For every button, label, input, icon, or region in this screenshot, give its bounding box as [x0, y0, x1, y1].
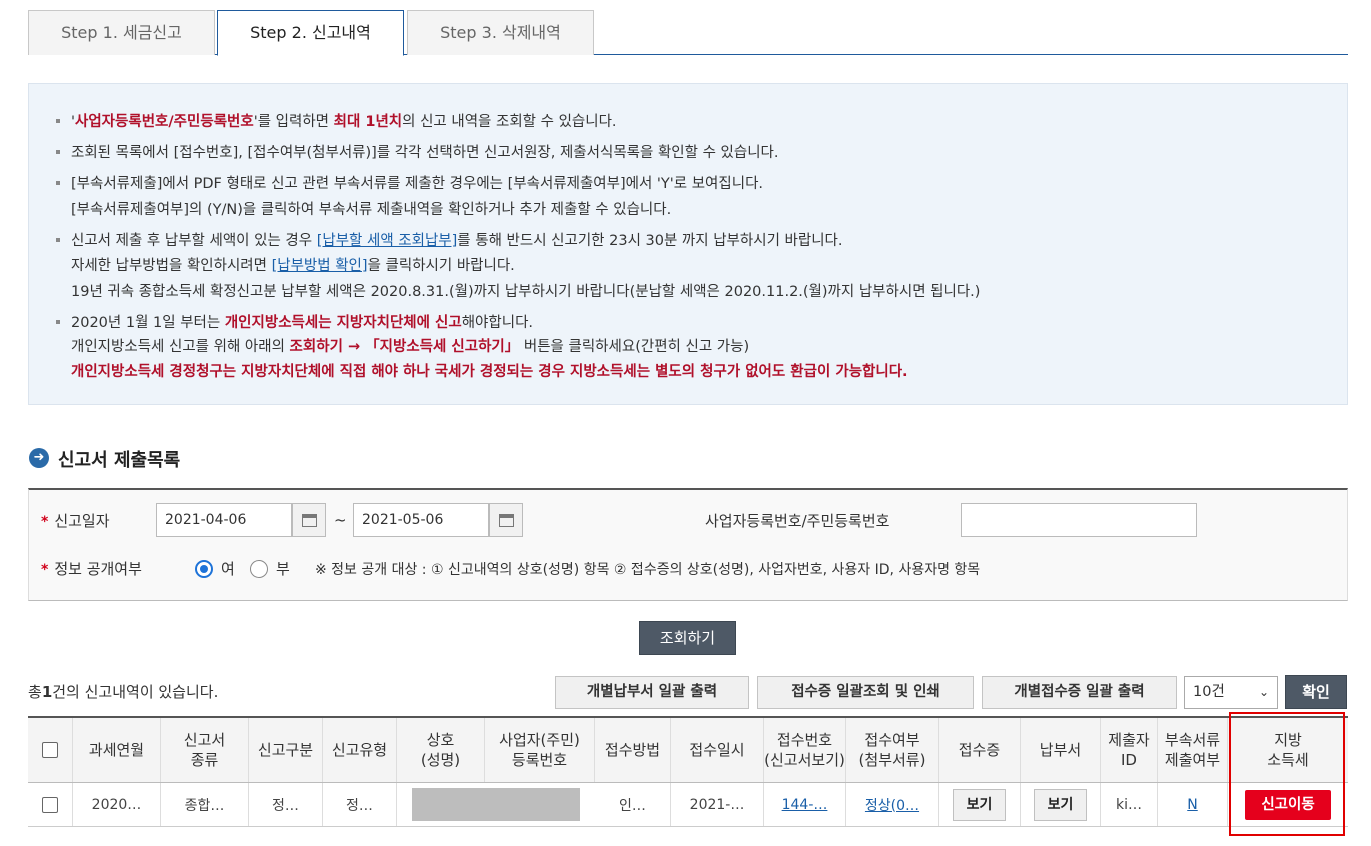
header-cell: 접수일시	[671, 718, 764, 782]
row-select-cell	[28, 783, 73, 826]
header-cell: 과세연월	[73, 718, 161, 782]
info-line-9: 개인지방소득세 신고를 위해 아래의 조회하기 → 「지방소득세 신고하기」 버…	[71, 339, 750, 355]
receipt-view-cell: 보기	[939, 783, 1021, 826]
calendar-to-button[interactable]	[489, 503, 523, 537]
tab-step2-report-history[interactable]: Step 2. 신고내역	[217, 10, 404, 56]
header-cell: 지방 소득세	[1267, 731, 1309, 769]
chevron-down-icon: ⌄	[1258, 685, 1269, 699]
arrow-right-circle-icon: ➜	[29, 448, 49, 468]
masked-personal-info	[412, 788, 580, 821]
header-cell: 제출자 ID	[1101, 718, 1158, 782]
receipt-number-link[interactable]: 144-…	[782, 797, 828, 813]
info-line-10: 개인지방소득세 경정청구는 지방자치단체에 직접 해야 하나 국세가 경정되는 …	[71, 364, 908, 380]
calendar-icon	[499, 514, 514, 527]
receipt-no-cell: 144-…	[764, 783, 846, 826]
masked-name-reg-cell	[397, 783, 595, 826]
period-cell: 2020…	[73, 783, 161, 826]
public-no-label[interactable]: 부	[276, 558, 290, 579]
form-type-cell: 종합…	[161, 783, 249, 826]
submitter-id-cell: ki…	[1101, 783, 1158, 826]
step-tabs: Step 1. 세금신고 Step 2. 신고내역 Step 3. 삭제내역	[28, 10, 1348, 56]
datetime-cell: 2021-…	[671, 783, 764, 826]
search-form: * 신고일자 2021-04-06 ~ 2021-05-06 사업자등록번호/주민…	[28, 488, 1348, 601]
info-notice-box: '사업자등록번호/주민등록번호'를 입력하면 최대 1년치의 신고 내역을 조회…	[28, 83, 1348, 405]
header-cell: 납부서	[1021, 718, 1101, 782]
header-cell: 상호 (성명)	[397, 718, 485, 782]
info-line-7: 19년 귀속 종합소득세 확정신고분 납부할 세액은 2020.8.31.(월)…	[71, 284, 981, 300]
result-count: 총1건의 신고내역이 있습니다.	[28, 683, 219, 701]
section-title: 신고서 제출목록	[58, 450, 181, 471]
tax-payment-link[interactable]: [납부할 세액 조회납부]	[317, 233, 458, 249]
public-yes-label[interactable]: 여	[221, 558, 235, 579]
attachment-submit-link[interactable]: N	[1187, 797, 1197, 813]
select-all-checkbox[interactable]	[42, 742, 58, 758]
info-line-4: [부속서류제출여부]의 (Y/N)을 클릭하여 부속서류 제출내역을 확인하거나…	[71, 202, 672, 218]
local-tax-report-button[interactable]: 신고이동	[1245, 789, 1331, 820]
bullet-icon	[56, 150, 60, 154]
bullet-icon	[56, 238, 60, 242]
info-line-2: 조회된 목록에서 [접수번호], [접수여부(첨부서류)]를 각각 선택하면 신…	[71, 145, 779, 161]
header-cell: 접수여부 (첨부서류)	[846, 718, 939, 782]
info-line-1: '사업자등록번호/주민등록번호'를 입력하면 최대 1년치의 신고 내역을 조회…	[71, 114, 617, 130]
registration-number-input[interactable]	[961, 503, 1197, 537]
info-line-6: 자세한 납부방법을 확인하시려면 [납부방법 확인]을 클릭하시기 바랍니다.	[71, 258, 515, 274]
date-from-input[interactable]: 2021-04-06	[156, 503, 292, 537]
bullet-icon	[56, 119, 60, 123]
payment-method-link[interactable]: [납부방법 확인]	[272, 258, 368, 274]
bullet-icon	[56, 181, 60, 185]
header-cell: 부속서류 제출여부	[1158, 718, 1228, 782]
report-type-cell: 정…	[323, 783, 397, 826]
bulk-payment-print-button[interactable]: 개별납부서 일괄 출력	[555, 676, 749, 709]
individual-receipt-print-button[interactable]: 개별접수증 일괄 출력	[982, 676, 1177, 709]
public-yes-radio[interactable]	[195, 560, 213, 578]
select-all-cell	[28, 718, 73, 782]
table-row: 2020… 종합… 정… 정… 인… 2021-… 144-… 정상(0… 보기…	[28, 783, 1348, 827]
public-info-label: * 정보 공개여부	[41, 560, 142, 578]
payment-view-button[interactable]: 보기	[1034, 788, 1087, 821]
row-checkbox[interactable]	[42, 796, 58, 813]
info-line-8: 2020년 1월 1일 부터는 개인지방소득세는 지방자치단체에 신고해야합니다…	[71, 315, 534, 331]
attachment-status-link[interactable]: 정상(0…	[865, 795, 919, 815]
bullet-icon	[56, 320, 60, 324]
payment-view-cell: 보기	[1021, 783, 1101, 826]
bulk-receipt-view-button[interactable]: 접수증 일괄조회 및 인쇄	[757, 676, 974, 709]
receipt-view-button[interactable]: 보기	[953, 788, 1006, 821]
method-cell: 인…	[595, 783, 671, 826]
public-no-radio[interactable]	[250, 560, 268, 578]
confirm-button[interactable]: 확인	[1285, 675, 1347, 709]
table-header: 과세연월 신고서 종류 신고구분 신고유형 상호 (성명) 사업자(주민) 등록…	[28, 716, 1348, 783]
calendar-icon	[302, 514, 317, 527]
info-line-5: 신고서 제출 후 납부할 세액이 있는 경우 [납부할 세액 조회납부]를 통해…	[71, 233, 843, 249]
header-cell: 접수증	[939, 718, 1021, 782]
attach-status-cell: N	[1158, 783, 1228, 826]
calendar-from-button[interactable]	[292, 503, 326, 537]
tab-step3-deleted-history[interactable]: Step 3. 삭제내역	[407, 10, 594, 55]
id-label: 사업자등록번호/주민등록번호	[705, 512, 890, 530]
header-cell: 접수방법	[595, 718, 671, 782]
local-tax-cell: 신고이동	[1228, 783, 1348, 826]
date-label: * 신고일자	[41, 512, 110, 530]
date-separator: ~	[334, 511, 347, 529]
search-button[interactable]: 조회하기	[639, 621, 736, 655]
tab-step1-tax-report[interactable]: Step 1. 세금신고	[28, 10, 215, 55]
header-cell: 접수번호 (신고서보기)	[764, 718, 846, 782]
header-cell: 신고구분	[249, 718, 323, 782]
header-cell: 사업자(주민) 등록번호	[485, 718, 595, 782]
date-to-input[interactable]: 2021-05-06	[353, 503, 489, 537]
status-cell: 정상(0…	[846, 783, 939, 826]
header-cell: 신고서 종류	[161, 718, 249, 782]
page-size-select[interactable]: 10건 ⌄	[1184, 676, 1278, 709]
header-cell: 신고유형	[323, 718, 397, 782]
category-cell: 정…	[249, 783, 323, 826]
info-line-3: [부속서류제출]에서 PDF 형태로 신고 관련 부속서류를 제출한 경우에는 …	[71, 176, 764, 192]
public-info-note: ※ 정보 공개 대상 : ① 신고내역의 상호(성명) 항목 ② 접수증의 상호…	[315, 562, 981, 578]
